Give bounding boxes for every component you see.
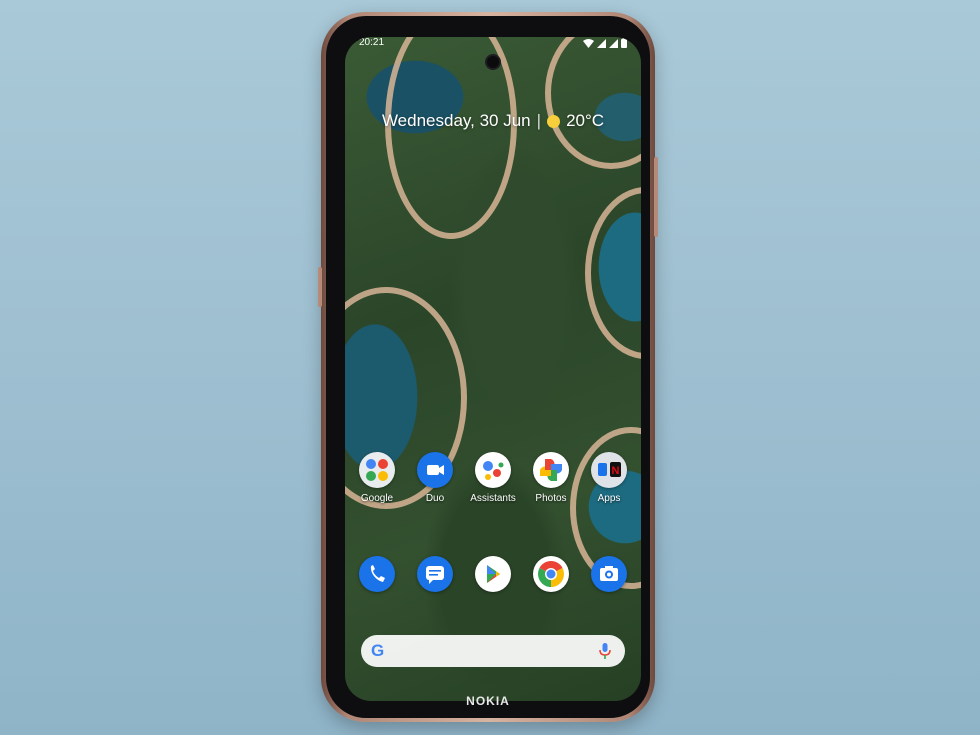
app-apps-folder[interactable]: N Apps [579, 452, 639, 504]
clock: 20:21 [359, 37, 385, 48]
app-label: Assistants [470, 493, 516, 504]
at-a-glance-widget[interactable]: Wednesday, 30 Jun | 20°C [345, 111, 641, 131]
photos-icon [533, 452, 569, 488]
battery-icon [621, 38, 627, 48]
date-text: Wednesday, 30 Jun [381, 111, 531, 130]
dock-messages[interactable] [405, 556, 465, 592]
status-icons [583, 38, 627, 48]
app-google-folder[interactable]: Google [347, 452, 407, 504]
phone-icon [359, 556, 395, 592]
app-label: Photos [535, 493, 567, 504]
google-logo: G [371, 641, 385, 660]
brand-logo: NOKIA [466, 694, 510, 708]
home-screen[interactable]: 20:21 Wednesday, 30 Jun | 20°C Google Du… [345, 37, 641, 701]
signal-icon [609, 39, 618, 48]
app-photos[interactable]: Photos [521, 452, 581, 504]
google-folder-icon [359, 452, 395, 488]
signal-icon [597, 39, 606, 48]
dock-phone[interactable] [347, 556, 407, 592]
power-button [654, 157, 658, 237]
dock-chrome[interactable] [521, 556, 581, 592]
status-bar: 20:21 [359, 37, 627, 51]
wallpaper-shore [585, 187, 641, 359]
wallpaper-shore [385, 37, 517, 239]
temperature-text: 20°C [566, 111, 605, 130]
dock-play-store[interactable] [463, 556, 523, 592]
wallpaper-shore [545, 37, 641, 169]
camera-icon [591, 556, 627, 592]
app-duo[interactable]: Duo [405, 452, 465, 504]
play-store-icon [475, 556, 511, 592]
divider: | [536, 111, 542, 130]
phone-device: 20:21 Wednesday, 30 Jun | 20°C Google Du… [318, 12, 658, 722]
wifi-icon [583, 39, 594, 48]
svg-text:N: N [612, 465, 620, 477]
app-label: Apps [597, 493, 621, 504]
dock-camera[interactable] [579, 556, 639, 592]
app-assistant[interactable]: Assistants [463, 452, 523, 504]
messages-icon [417, 556, 453, 592]
duo-icon [417, 452, 453, 488]
volume-button [318, 267, 322, 307]
mic-icon[interactable] [599, 643, 611, 659]
chrome-icon [533, 556, 569, 592]
app-label: Duo [425, 493, 445, 504]
apps-folder-icon: N [591, 452, 627, 488]
sun-icon [547, 114, 561, 128]
bezel: 20:21 Wednesday, 30 Jun | 20°C Google Du… [326, 16, 650, 718]
search-bar[interactable]: G [361, 635, 625, 667]
front-camera [487, 56, 499, 68]
assistant-icon [475, 452, 511, 488]
app-label: Google [360, 493, 394, 504]
